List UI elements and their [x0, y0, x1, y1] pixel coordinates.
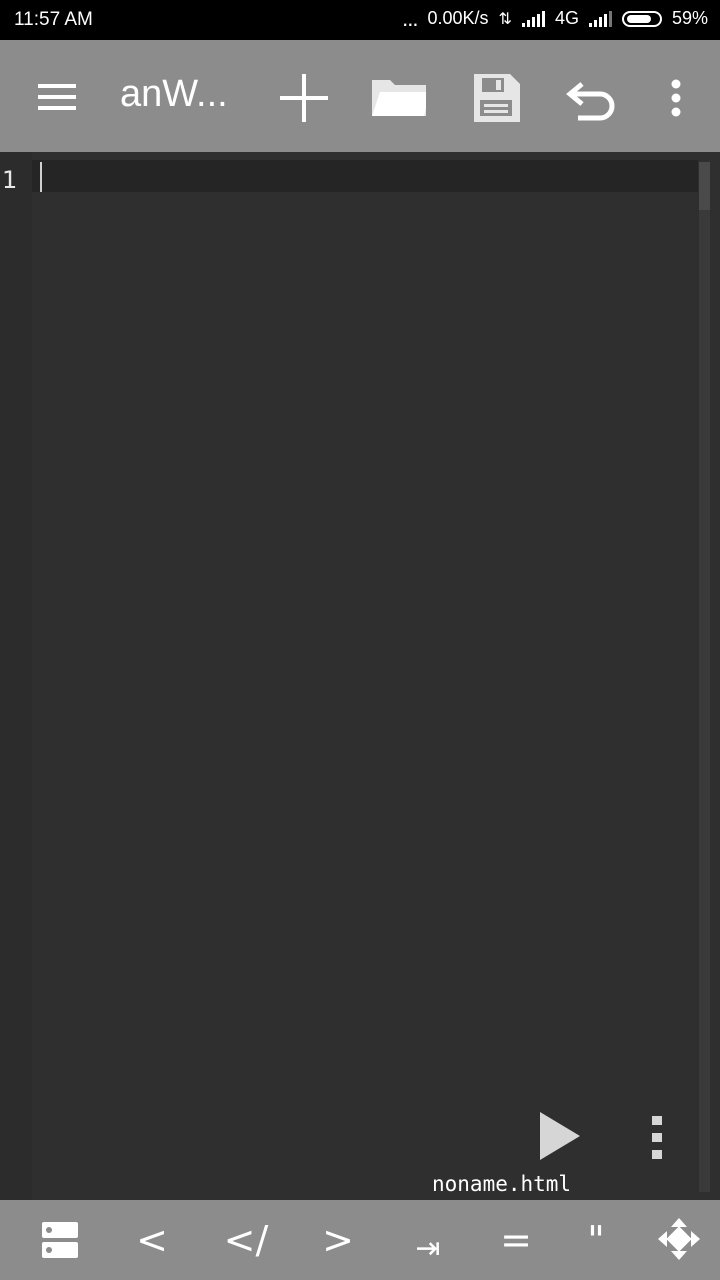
network-type: 4G: [554, 8, 579, 28]
data-arrows-icon: ⇅: [498, 10, 512, 28]
status-time: 11:57 AM: [14, 9, 93, 30]
undo-icon[interactable]: [564, 70, 620, 126]
quick-insert-bar: < </ > ⇥ = ": [0, 1200, 720, 1280]
storage-icon[interactable]: [40, 1220, 80, 1260]
line-gutter: [0, 152, 32, 1200]
document-title[interactable]: anW...: [120, 73, 228, 116]
active-line-highlight: [32, 160, 698, 192]
text-caret: [40, 162, 42, 192]
line-number: 1: [2, 166, 18, 194]
add-icon[interactable]: [276, 70, 332, 126]
editor-more-icon[interactable]: [644, 1114, 670, 1162]
folder-icon[interactable]: [370, 70, 426, 126]
scrollbar-thumb[interactable]: [699, 162, 710, 210]
insert-quote-key[interactable]: ": [574, 1212, 618, 1268]
insert-equals-key[interactable]: =: [494, 1212, 538, 1268]
code-editor[interactable]: 1 noname.html: [0, 152, 720, 1200]
network-speed: 0.00K/s: [427, 8, 489, 28]
current-filename: noname.html: [432, 1172, 572, 1196]
save-icon[interactable]: [468, 70, 524, 126]
battery-icon: [621, 10, 662, 27]
insert-gt-key[interactable]: >: [316, 1212, 360, 1268]
scrollbar-track[interactable]: [699, 162, 710, 1192]
notification-dots: ...: [402, 5, 418, 31]
status-indicators: ... 0.00K/s ⇅ 4G 59%: [402, 5, 708, 31]
insert-tab-key[interactable]: ⇥: [404, 1220, 452, 1276]
signal-icon: [521, 10, 545, 27]
insert-close-tag-key[interactable]: </: [214, 1212, 278, 1268]
menu-icon[interactable]: [30, 70, 86, 126]
signal-icon-2: [588, 10, 612, 27]
more-vert-icon[interactable]: [648, 70, 704, 126]
battery-level: 59%: [671, 8, 708, 28]
move-icon[interactable]: [656, 1216, 702, 1262]
play-icon[interactable]: [536, 1110, 584, 1162]
insert-lt-key[interactable]: <: [130, 1212, 174, 1268]
status-bar: 11:57 AM ... 0.00K/s ⇅ 4G 59%: [0, 0, 720, 40]
app-toolbar: anW...: [0, 40, 720, 152]
